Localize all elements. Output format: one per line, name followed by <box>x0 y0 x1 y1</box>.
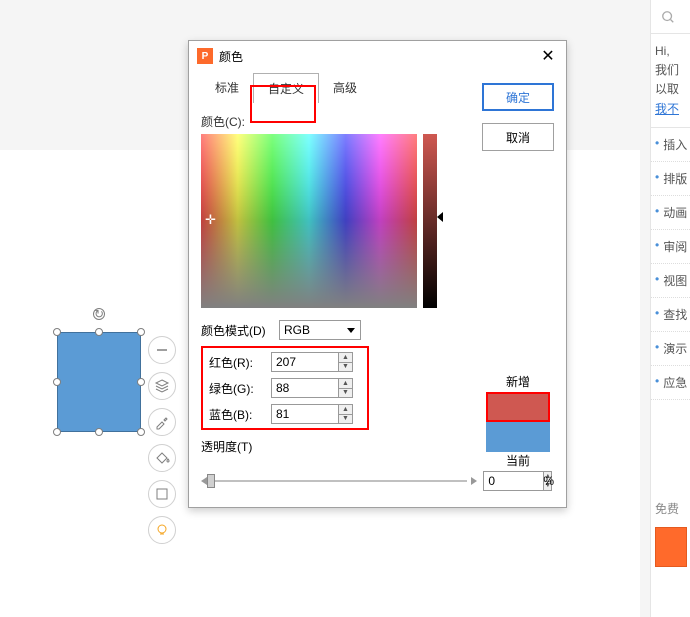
resize-handle[interactable] <box>53 328 61 336</box>
cancel-button[interactable]: 取消 <box>482 123 554 151</box>
tab-standard[interactable]: 标准 <box>201 73 253 103</box>
new-color-swatch <box>486 392 550 422</box>
layers-tool[interactable] <box>148 372 176 400</box>
side-item[interactable]: 审阅 <box>651 230 690 264</box>
dialog-titlebar[interactable]: P 颜色 ✕ <box>189 41 566 71</box>
red-label: 红色(R): <box>209 354 263 371</box>
lightness-slider[interactable] <box>423 134 437 308</box>
resize-handle[interactable] <box>95 428 103 436</box>
blue-label: 蓝色(B): <box>209 406 263 423</box>
arrow-right-icon <box>471 477 477 485</box>
search-icon[interactable] <box>651 0 690 34</box>
eyedropper-tool[interactable] <box>148 408 176 436</box>
app-logo-icon: P <box>197 48 213 64</box>
percent-label: % <box>543 474 554 488</box>
new-color-label: 新增 <box>486 373 550 390</box>
alpha-input[interactable] <box>483 471 543 491</box>
current-color-label: 当前 <box>486 452 550 469</box>
resize-handle[interactable] <box>95 328 103 336</box>
bulb-tool[interactable] <box>148 516 176 544</box>
green-label: 绿色(G): <box>209 380 263 397</box>
tab-custom[interactable]: 自定义 <box>253 73 319 103</box>
side-menu: 插入 排版 动画 审阅 视图 查找 演示 应急 <box>651 127 690 400</box>
selected-shape[interactable]: ↻ <box>51 312 147 440</box>
rotate-handle[interactable]: ↻ <box>93 308 105 320</box>
green-input[interactable] <box>271 378 338 398</box>
side-item[interactable]: 视图 <box>651 264 690 298</box>
resize-handle[interactable] <box>137 378 145 386</box>
ok-button[interactable]: 确定 <box>482 83 554 111</box>
side-footer: 免费 <box>655 500 686 517</box>
fill-tool[interactable] <box>148 444 176 472</box>
rect-tool[interactable] <box>148 480 176 508</box>
blue-input[interactable] <box>271 404 338 424</box>
spin-up[interactable]: ▲ <box>339 353 352 363</box>
tab-advanced[interactable]: 高级 <box>319 73 371 103</box>
dialog-title: 颜色 <box>219 48 243 65</box>
spin-up[interactable]: ▲ <box>339 405 352 415</box>
red-input[interactable] <box>271 352 338 372</box>
spin-down[interactable]: ▼ <box>339 389 352 398</box>
color-mode-label: 颜色模式(D) <box>201 322 271 339</box>
spectrum-cursor-icon: ✛ <box>205 212 216 228</box>
alpha-slider[interactable] <box>201 473 477 489</box>
color-spectrum[interactable]: ✛ <box>201 134 417 308</box>
rgb-group-highlight: 红色(R): ▲▼ 绿色(G): ▲▼ 蓝色(B): ▲▼ <box>201 346 369 430</box>
side-item[interactable]: 插入 <box>651 128 690 162</box>
resize-handle[interactable] <box>137 428 145 436</box>
greeting-link[interactable]: 我不 <box>655 102 679 116</box>
side-promo[interactable] <box>655 527 687 567</box>
slider-arrow-icon <box>437 212 443 222</box>
tool-rail <box>148 336 176 544</box>
close-button[interactable]: ✕ <box>538 46 558 66</box>
spin-down[interactable]: ▼ <box>339 363 352 372</box>
greeting-text: Hi,我们以取 我不 <box>651 34 690 127</box>
side-item[interactable]: 应急 <box>651 366 690 400</box>
side-item[interactable]: 排版 <box>651 162 690 196</box>
side-panel: Hi,我们以取 我不 插入 排版 动画 审阅 视图 查找 演示 应急 免费 <box>650 0 690 617</box>
color-mode-select[interactable]: RGB <box>279 320 361 340</box>
side-item[interactable]: 查找 <box>651 298 690 332</box>
spin-up[interactable]: ▲ <box>339 379 352 389</box>
side-item[interactable]: 动画 <box>651 196 690 230</box>
current-color-swatch <box>486 422 550 452</box>
resize-handle[interactable] <box>53 378 61 386</box>
resize-handle[interactable] <box>137 328 145 336</box>
resize-handle[interactable] <box>53 428 61 436</box>
side-item[interactable]: 演示 <box>651 332 690 366</box>
minus-tool[interactable] <box>148 336 176 364</box>
rectangle-shape[interactable] <box>57 332 141 432</box>
spin-down[interactable]: ▼ <box>339 415 352 424</box>
slider-thumb[interactable] <box>207 474 215 488</box>
color-dialog: P 颜色 ✕ 标准 自定义 高级 颜色(C): ✛ 颜色模式(D) RGB <box>188 40 567 508</box>
